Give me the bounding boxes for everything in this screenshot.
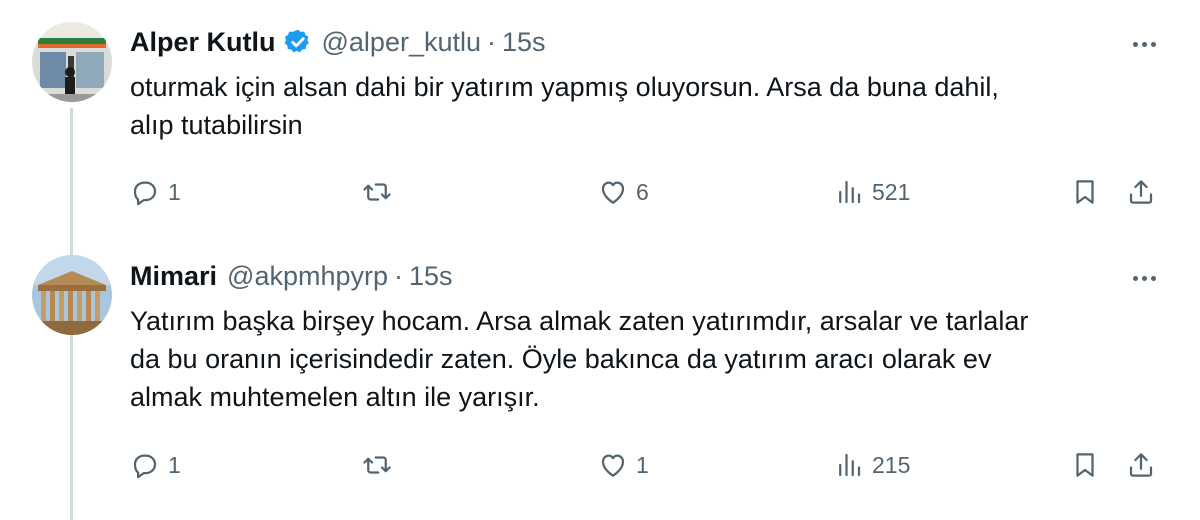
retweet-icon	[363, 183, 391, 201]
reply-count: 1	[168, 451, 181, 478]
reply-button[interactable]: 1	[130, 172, 181, 212]
tweet-1[interactable]: Alper Kutlu @alper_kutlu · 15s oturmak i…	[0, 0, 1200, 240]
retweet-icon	[363, 456, 391, 474]
separator-dot: ·	[487, 26, 496, 57]
tweet-text: oturmak için alsan dahi bir yatırım yapm…	[130, 72, 999, 140]
parthenon-photo-icon	[32, 255, 112, 335]
author-name[interactable]: Alper Kutlu	[130, 27, 276, 58]
action-bar: 1 1 215	[130, 445, 1170, 485]
views-chart-icon	[839, 453, 861, 477]
avatar[interactable]	[32, 22, 112, 102]
more-options-icon[interactable]	[1126, 32, 1162, 56]
views-button[interactable]: 215	[834, 445, 910, 485]
share-button[interactable]	[1126, 172, 1156, 212]
tweet-header: Mimari @akpmhpyrp · 15s	[130, 258, 453, 294]
verified-badge-icon	[284, 29, 309, 53]
reply-count: 1	[168, 178, 181, 205]
views-button[interactable]: 521	[834, 172, 910, 212]
timestamp[interactable]: 15s	[409, 261, 453, 292]
views-count: 521	[872, 178, 911, 205]
views-chart-icon	[839, 180, 861, 204]
more-options-icon[interactable]	[1126, 266, 1162, 290]
reply-icon	[133, 454, 157, 479]
avatar[interactable]	[32, 255, 112, 335]
action-bar: 1 6 521	[130, 172, 1170, 212]
heart-icon	[601, 454, 625, 477]
separator-dot: ·	[394, 260, 404, 291]
bookmark-button[interactable]	[1070, 445, 1100, 485]
tweet-header: Alper Kutlu @alper_kutlu · 15s	[130, 24, 546, 60]
reply-icon	[133, 181, 157, 206]
tweet-2[interactable]: Mimari @akpmhpyrp · 15s Yatırım başka bi…	[0, 240, 1200, 520]
retweet-button[interactable]	[362, 172, 400, 212]
bookmark-icon	[1076, 180, 1094, 204]
retweet-button[interactable]	[362, 445, 400, 485]
tweet-text: Yatırım başka birşey hocam. Arsa almak z…	[130, 306, 1029, 412]
share-icon	[1129, 453, 1153, 477]
heart-icon	[601, 181, 625, 204]
bookmark-icon	[1076, 453, 1094, 477]
timestamp[interactable]: 15s	[502, 27, 546, 58]
like-button[interactable]: 6	[598, 172, 649, 212]
like-count: 6	[636, 178, 649, 205]
like-button[interactable]: 1	[598, 445, 649, 485]
author-handle[interactable]: @alper_kutlu	[322, 27, 482, 58]
reply-button[interactable]: 1	[130, 445, 181, 485]
share-icon	[1129, 180, 1153, 204]
like-count: 1	[636, 451, 649, 478]
author-name[interactable]: Mimari	[130, 261, 217, 292]
storefront-photo-icon	[32, 22, 112, 102]
share-button[interactable]	[1126, 445, 1156, 485]
author-handle[interactable]: @akpmhpyrp	[227, 261, 388, 292]
views-count: 215	[872, 451, 911, 478]
bookmark-button[interactable]	[1070, 172, 1100, 212]
